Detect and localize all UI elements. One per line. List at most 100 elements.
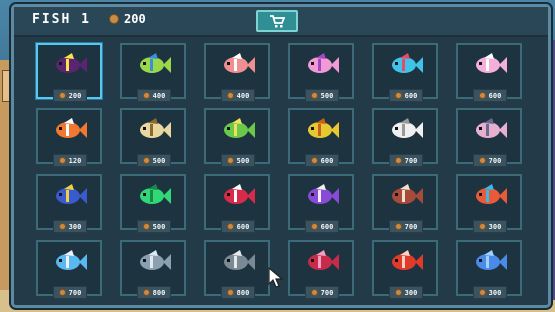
price-tag: 120 xyxy=(53,154,87,167)
fish-card[interactable]: 800 xyxy=(120,240,186,299)
fish-card[interactable]: 700 xyxy=(456,108,522,167)
fish-card[interactable]: 400 xyxy=(204,43,270,102)
fish-card[interactable]: 700 xyxy=(288,240,354,299)
price-tag: 500 xyxy=(305,89,339,102)
dolphin-icon xyxy=(140,250,171,270)
fish-card[interactable]: 300 xyxy=(456,240,522,299)
price-tag: 700 xyxy=(473,154,507,167)
fish-card[interactable]: 300 xyxy=(36,174,102,233)
price-value: 700 xyxy=(68,288,82,297)
fish-card[interactable]: 600 xyxy=(288,174,354,233)
rainbow-fish-icon xyxy=(476,184,507,204)
shop-button[interactable] xyxy=(256,10,298,32)
coin-icon xyxy=(58,223,66,230)
coin-count: 200 xyxy=(124,12,146,26)
price-value: 700 xyxy=(320,288,334,297)
price-value: 300 xyxy=(68,222,82,231)
coin-icon xyxy=(310,223,318,230)
price-value: 600 xyxy=(404,91,418,100)
price-value: 300 xyxy=(404,288,418,297)
coin-icon xyxy=(310,157,318,164)
price-value: 700 xyxy=(404,222,418,231)
fish-card[interactable]: 600 xyxy=(456,43,522,102)
shark-icon xyxy=(224,250,255,270)
price-value: 700 xyxy=(488,156,502,165)
coin-icon xyxy=(394,289,402,296)
price-value: 500 xyxy=(236,156,250,165)
pufferfish-icon xyxy=(140,118,171,138)
fish-card[interactable]: 500 xyxy=(120,174,186,233)
fish-card[interactable]: 120 xyxy=(36,108,102,167)
fish-card[interactable]: 600 xyxy=(372,43,438,102)
fish-card[interactable]: 700 xyxy=(372,108,438,167)
coin-balance: 200 xyxy=(109,12,146,26)
blue-tang-icon xyxy=(56,184,87,204)
price-value: 800 xyxy=(236,288,250,297)
coin-icon xyxy=(142,289,150,296)
price-tag: 300 xyxy=(389,286,423,299)
coin-icon xyxy=(58,289,66,296)
price-tag: 600 xyxy=(473,89,507,102)
price-value: 700 xyxy=(404,156,418,165)
coin-icon xyxy=(478,289,486,296)
green-turtle-icon xyxy=(140,184,171,204)
coin-icon xyxy=(226,223,234,230)
coin-icon xyxy=(394,223,402,230)
price-tag: 700 xyxy=(305,286,339,299)
coin-icon xyxy=(142,157,150,164)
price-tag: 500 xyxy=(137,154,171,167)
price-tag: 300 xyxy=(473,220,507,233)
coin-icon xyxy=(478,157,486,164)
coin-icon xyxy=(310,92,318,99)
coin-icon xyxy=(226,92,234,99)
fish-card[interactable]: 500 xyxy=(204,108,270,167)
coin-icon xyxy=(478,92,486,99)
price-tag: 700 xyxy=(389,154,423,167)
pink-pufferfish-icon xyxy=(308,53,339,73)
fish-card[interactable]: 700 xyxy=(372,174,438,233)
coin-icon xyxy=(478,223,486,230)
fish-card[interactable]: 300 xyxy=(456,174,522,233)
fish-card[interactable]: 800 xyxy=(204,240,270,299)
price-tag: 500 xyxy=(221,154,255,167)
price-tag: 600 xyxy=(389,89,423,102)
price-value: 800 xyxy=(152,288,166,297)
fish-card[interactable]: 400 xyxy=(120,43,186,102)
price-tag: 600 xyxy=(305,220,339,233)
fish-card[interactable]: 500 xyxy=(288,43,354,102)
cyan-fish-icon xyxy=(392,53,423,73)
fish-card[interactable]: 200 xyxy=(36,43,102,102)
price-value: 500 xyxy=(320,91,334,100)
coin-icon xyxy=(394,92,402,99)
coin-icon xyxy=(142,223,150,230)
coin-icon xyxy=(142,92,150,99)
price-value: 600 xyxy=(320,156,334,165)
coin-icon xyxy=(58,92,66,99)
coin-icon xyxy=(226,289,234,296)
price-tag: 800 xyxy=(137,286,171,299)
price-tag: 800 xyxy=(221,286,255,299)
fish-card[interactable]: 700 xyxy=(36,240,102,299)
fish-shop-panel: FISH 1 200 200 400 400 500 600 600 120 500 500 60… xyxy=(11,4,551,308)
coin-icon xyxy=(226,157,234,164)
price-value: 200 xyxy=(68,91,82,100)
fish-card[interactable]: 600 xyxy=(204,174,270,233)
mouse-cursor-icon xyxy=(268,267,284,288)
price-tag: 700 xyxy=(53,286,87,299)
coin-icon xyxy=(310,289,318,296)
fish-card[interactable]: 500 xyxy=(120,108,186,167)
price-value: 120 xyxy=(68,156,82,165)
fish-card[interactable]: 300 xyxy=(372,240,438,299)
price-tag: 300 xyxy=(53,220,87,233)
price-tag: 400 xyxy=(221,89,255,102)
purple-fish-icon xyxy=(308,184,339,204)
pink-axolotl-icon xyxy=(476,53,507,73)
red-sea-slug-icon xyxy=(308,250,339,270)
coin-icon xyxy=(109,14,119,24)
price-tag: 500 xyxy=(137,220,171,233)
yellow-green-fish-icon xyxy=(140,53,171,73)
pink-salmon-icon xyxy=(224,53,255,73)
blue-slime-icon xyxy=(476,250,507,270)
fish-card[interactable]: 600 xyxy=(288,108,354,167)
clownfish-icon xyxy=(56,118,87,138)
